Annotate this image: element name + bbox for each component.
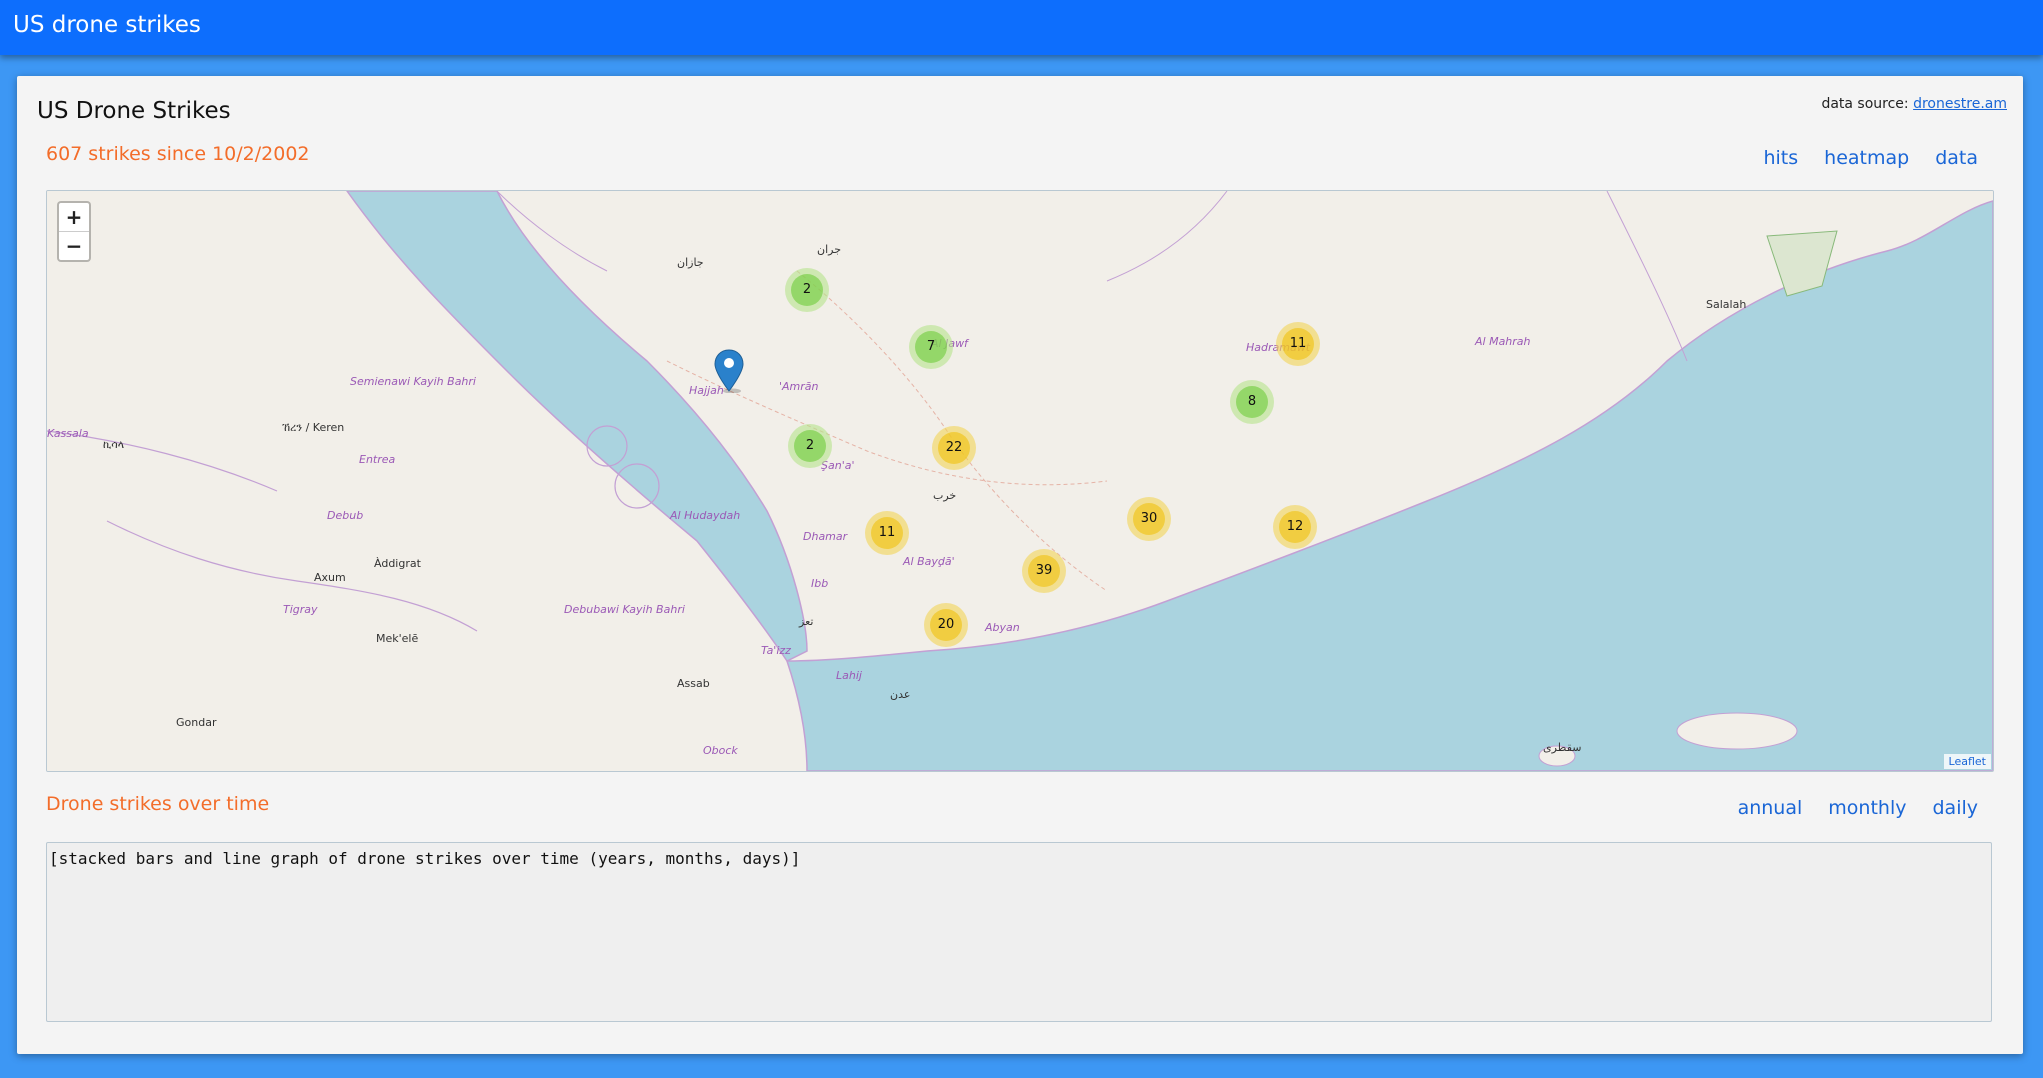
- map-label: ኸረን / Keren: [282, 421, 345, 434]
- zoom-out-button[interactable]: −: [59, 231, 89, 260]
- strike-cluster[interactable]: 2: [785, 268, 829, 312]
- strike-cluster[interactable]: 39: [1022, 549, 1066, 593]
- cluster-count: 11: [871, 517, 903, 549]
- cluster-count: 2: [794, 430, 826, 462]
- map-label: Ibb: [811, 577, 829, 590]
- strike-cluster[interactable]: 2: [788, 424, 832, 468]
- map-label: Debubawi Kayih Bahri: [564, 603, 685, 616]
- map-label: Semienawi Kayih Bahri: [350, 375, 476, 388]
- map-label: Mek'elē: [376, 632, 419, 645]
- map-label: Lahij: [836, 669, 862, 682]
- chart-granularity-tabs: annual monthly daily: [1738, 797, 1978, 819]
- location-pin-icon[interactable]: [713, 349, 745, 393]
- map-label: تعز: [799, 615, 814, 628]
- map-label: عدن: [890, 688, 911, 701]
- strike-cluster[interactable]: 7: [909, 325, 953, 369]
- map-label: Dhamar: [803, 530, 848, 543]
- map-label: Àddigrat: [374, 557, 421, 570]
- map-label: Al Bayḑā': [903, 555, 955, 568]
- map-label: Al Mahrah: [1475, 335, 1531, 348]
- tab-heatmap[interactable]: heatmap: [1824, 147, 1909, 169]
- cluster-count: 30: [1133, 503, 1165, 535]
- map-label: Kassala: [47, 427, 89, 440]
- tab-data[interactable]: data: [1935, 147, 1978, 169]
- cluster-count: 20: [930, 609, 962, 641]
- map-label: خرب: [933, 489, 957, 502]
- tab-annual[interactable]: annual: [1738, 797, 1803, 819]
- map-label: Assab: [677, 677, 710, 690]
- cluster-count: 7: [915, 331, 947, 363]
- strike-cluster[interactable]: 8: [1230, 380, 1274, 424]
- map-label: Ta'izz: [761, 644, 791, 657]
- map-label: Obock: [703, 744, 738, 757]
- top-navbar: US drone strikes: [0, 0, 2043, 55]
- map-label: Tigray: [283, 603, 318, 616]
- data-source: data source: dronestre.am: [1821, 96, 2007, 112]
- map-label: Entrea: [359, 453, 396, 466]
- strike-cluster[interactable]: 11: [865, 511, 909, 555]
- map-view-tabs: hits heatmap data: [1763, 147, 1978, 169]
- tab-monthly[interactable]: monthly: [1828, 797, 1906, 819]
- tab-daily[interactable]: daily: [1932, 797, 1978, 819]
- chart-placeholder-text: [stacked bars and line graph of drone st…: [49, 849, 801, 868]
- strike-cluster[interactable]: 30: [1127, 497, 1171, 541]
- strike-cluster[interactable]: 20: [924, 603, 968, 647]
- map-label: 'Amrān: [779, 380, 819, 393]
- map-label: Al Hudaydah: [670, 509, 741, 522]
- map-label: Axum: [314, 571, 346, 584]
- strike-count-summary: 607 strikes since 10/2/2002: [46, 143, 310, 165]
- cluster-count: 39: [1028, 555, 1060, 587]
- strike-cluster[interactable]: 22: [932, 426, 976, 470]
- strike-map[interactable]: Semienawi Kayih Bahri Entrea Debub Tigra…: [46, 190, 1994, 772]
- cluster-count: 11: [1282, 328, 1314, 360]
- cluster-count: 12: [1279, 511, 1311, 543]
- chart-section-title: Drone strikes over time: [46, 793, 270, 815]
- zoom-in-button[interactable]: +: [59, 203, 89, 231]
- strike-cluster[interactable]: 11: [1276, 322, 1320, 366]
- map-label: جازان: [677, 256, 704, 269]
- app-title[interactable]: US drone strikes: [13, 12, 201, 38]
- timeline-chart: [stacked bars and line graph of drone st…: [46, 842, 1992, 1022]
- map-label: جران: [817, 243, 842, 256]
- cluster-count: 8: [1236, 386, 1268, 418]
- map-label: ኪሳላ: [103, 438, 125, 451]
- zoom-control: + −: [57, 201, 91, 262]
- map-label: Gondar: [176, 716, 217, 729]
- page-title: US Drone Strikes: [37, 98, 231, 124]
- map-label: سقطرى: [1543, 741, 1582, 754]
- map-label: Salalah: [1706, 298, 1747, 311]
- map-tiles: [47, 191, 1993, 771]
- map-label: Debub: [327, 509, 364, 522]
- data-source-link[interactable]: dronestre.am: [1913, 96, 2007, 112]
- main-card: US Drone Strikes data source: dronestre.…: [17, 76, 2023, 1054]
- map-label: Abyan: [985, 621, 1020, 634]
- cluster-count: 22: [938, 432, 970, 464]
- tab-hits[interactable]: hits: [1763, 147, 1798, 169]
- data-source-label: data source:: [1821, 96, 1909, 112]
- cluster-count: 2: [791, 274, 823, 306]
- map-attribution[interactable]: Leaflet: [1943, 754, 1991, 769]
- strike-cluster[interactable]: 12: [1273, 505, 1317, 549]
